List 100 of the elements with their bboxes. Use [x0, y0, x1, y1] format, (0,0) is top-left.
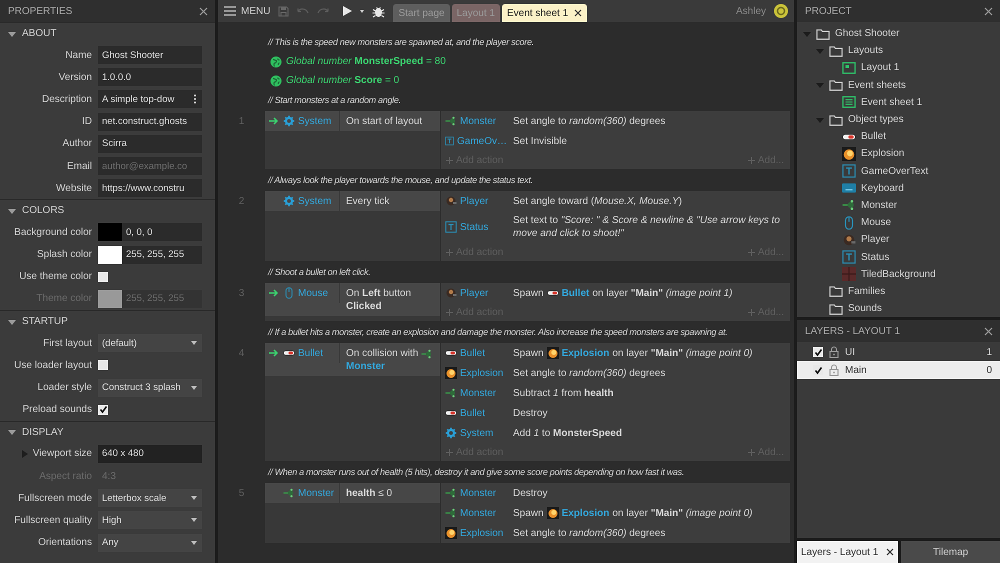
section-header[interactable]: DISPLAY: [0, 420, 215, 443]
tree-item[interactable]: Player: [797, 231, 1000, 248]
dropdown[interactable]: High: [98, 511, 202, 530]
close-icon[interactable]: [574, 9, 582, 17]
comment[interactable]: // When a monster runs out of health (5 hits), destroy it and give some score points depending on how fast it was.: [268, 467, 684, 477]
tree-item[interactable]: Layouts: [797, 42, 1000, 60]
comment[interactable]: // This is the speed new monsters are spawned at, and the player score.: [268, 37, 534, 47]
folder-icon: [816, 26, 830, 41]
object-name[interactable]: GameOv…: [456, 136, 507, 146]
section-header[interactable]: ABOUT: [0, 22, 215, 44]
close-icon[interactable]: [984, 6, 993, 16]
tree-item[interactable]: Layout 1: [797, 59, 1000, 77]
lock-icon[interactable]: [829, 346, 839, 358]
layer-row[interactable]: UI 1: [797, 343, 1000, 361]
object-name[interactable]: Monster: [460, 388, 496, 398]
comment[interactable]: // If a bullet hits a monster, create an explosion and damage the monster. Also increase the speed monsters are spawning at.: [268, 327, 728, 337]
object-name[interactable]: Player: [460, 196, 488, 206]
mouse-icon: [842, 216, 856, 230]
text-field[interactable]: net.construct.ghosts: [98, 112, 202, 131]
condition-text: health ≤ 0: [346, 487, 392, 500]
close-icon[interactable]: [199, 6, 208, 16]
folder-icon: [829, 44, 843, 58]
caret-icon[interactable]: [360, 10, 364, 12]
text-field[interactable]: https://www.constru: [98, 179, 202, 198]
tree-item[interactable]: Object types: [797, 110, 1000, 128]
bug-icon[interactable]: [372, 4, 386, 18]
text-field[interactable]: Scirra: [98, 134, 202, 153]
action-text: on layer "Main" (image point 0): [612, 506, 752, 520]
editor-tab[interactable]: Event sheet 1: [502, 4, 588, 22]
object-link[interactable]: Explosion: [562, 346, 610, 360]
object-name[interactable]: Monster: [460, 488, 496, 498]
tree-item[interactable]: Bullet: [797, 128, 1000, 146]
comment[interactable]: // Always look the player towards the mouse, and update the status text.: [268, 175, 533, 185]
tree-item[interactable]: Ghost Shooter: [797, 25, 1000, 42]
text-field[interactable]: 255, 255, 255: [122, 246, 202, 264]
tree-item[interactable]: Sounds: [797, 300, 1000, 317]
checkbox[interactable]: [98, 360, 108, 370]
dropdown[interactable]: Letterbox scale: [98, 489, 202, 508]
object-name[interactable]: Monster: [460, 116, 496, 126]
more-icon[interactable]: [193, 94, 197, 104]
tree-item[interactable]: Explosion: [797, 145, 1000, 162]
checkbox[interactable]: [813, 365, 823, 375]
tree-item[interactable]: GameOverText: [797, 162, 1000, 180]
character-icon: [842, 232, 856, 247]
plus-icon: [446, 308, 453, 316]
object-name[interactable]: Bullet: [460, 408, 486, 418]
tree-item[interactable]: Event sheets: [797, 76, 1000, 94]
checkbox[interactable]: [813, 347, 823, 357]
menu-button[interactable]: MENU: [224, 6, 270, 16]
checkbox[interactable]: [98, 272, 108, 282]
action-text: Set angle to random(360) degrees: [513, 526, 666, 540]
comment[interactable]: // Start monsters at a random angle.: [268, 95, 401, 105]
object-name[interactable]: Explosion: [460, 528, 504, 538]
global-variable[interactable]: Global number Score = 0: [286, 75, 400, 86]
text-field[interactable]: 640 x 480: [98, 444, 202, 463]
tree-item[interactable]: Status: [797, 248, 1000, 266]
layer-row[interactable]: Main 0: [797, 361, 1000, 379]
close-icon[interactable]: [886, 548, 894, 556]
object-name[interactable]: Monster: [460, 508, 496, 518]
condition[interactable]: Monster health ≤ 0: [265, 483, 440, 503]
condition[interactable]: Mouse On Left button Clicked: [265, 283, 440, 316]
condition[interactable]: System On start of layout: [265, 111, 440, 131]
panel-tab[interactable]: Tilemap: [901, 541, 1000, 563]
global-variable[interactable]: Global number MonsterSpeed = 80: [286, 56, 446, 67]
layer-number: 1: [986, 346, 992, 358]
object-name[interactable]: Player: [460, 288, 488, 298]
text-field[interactable]: 1.0.0.0: [98, 68, 202, 86]
play-icon[interactable]: [343, 6, 352, 16]
tree-item[interactable]: Mouse: [797, 214, 1000, 232]
text-field[interactable]: author@example.co: [98, 157, 202, 176]
tree-item[interactable]: Event sheet 1: [797, 94, 1000, 111]
comment[interactable]: // Shoot a bullet on left click.: [268, 267, 370, 277]
text-field[interactable]: A simple top-dow: [98, 90, 202, 108]
close-icon[interactable]: [984, 326, 993, 336]
object-link[interactable]: Explosion: [562, 506, 610, 520]
avatar-icon[interactable]: [774, 4, 788, 18]
checkbox[interactable]: [98, 404, 108, 415]
action-text: Set angle to random(360) degrees: [513, 114, 666, 128]
text-field[interactable]: Ghost Shooter: [98, 46, 202, 64]
tree-item[interactable]: Families: [797, 282, 1000, 300]
object-link[interactable]: Bullet: [562, 286, 590, 300]
text-field[interactable]: 0, 0, 0: [122, 223, 202, 242]
condition[interactable]: System Every tick: [265, 191, 440, 211]
color-swatch[interactable]: [98, 246, 122, 264]
event-block[interactable]: [265, 343, 790, 461]
section-header[interactable]: STARTUP: [0, 310, 215, 332]
object-name[interactable]: Bullet: [460, 348, 486, 358]
dropdown[interactable]: Any: [98, 534, 202, 552]
object-name[interactable]: Status: [460, 222, 488, 232]
object-name[interactable]: Explosion: [460, 368, 504, 378]
tree-item[interactable]: Monster: [797, 196, 1000, 214]
tree-item[interactable]: TiledBackground: [797, 266, 1000, 283]
section-header[interactable]: COLORS: [0, 199, 215, 222]
panel-tab[interactable]: Layers - Layout 1: [797, 541, 898, 563]
color-swatch[interactable]: [98, 223, 122, 242]
dropdown[interactable]: Construct 3 splash: [98, 378, 202, 397]
tree-item[interactable]: Keyboard: [797, 180, 1000, 197]
event-block[interactable]: Monster health ≤ 0 Monster Destroy Monster Spawn Explosion on layer "Main" (image point 0) Explosion Set angle to random(360) degrees: [265, 483, 790, 543]
dropdown[interactable]: (default): [98, 334, 202, 352]
object-name[interactable]: System: [460, 428, 494, 438]
